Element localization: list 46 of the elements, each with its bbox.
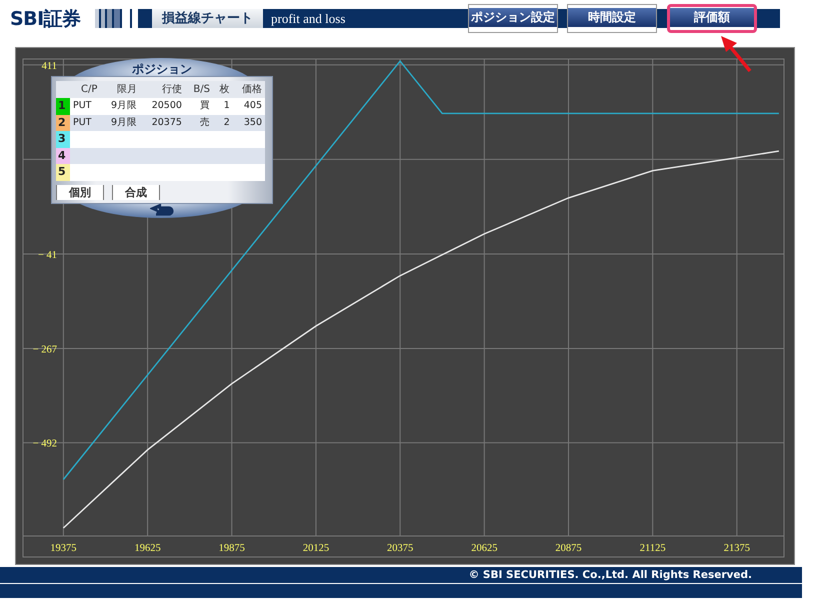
- subtitle: profit and loss: [270, 10, 346, 28]
- table-cell: 1: [212, 98, 233, 114]
- column-header: B/S: [184, 81, 213, 98]
- column-header: 枚: [212, 81, 233, 98]
- panel-button[interactable]: 合成: [112, 184, 160, 200]
- column-header: C/P: [70, 81, 100, 98]
- header-button[interactable]: 時間設定: [567, 4, 657, 33]
- table-cell: 20375: [140, 114, 185, 131]
- row-number: 1: [56, 98, 70, 114]
- row-number: 4: [56, 148, 70, 164]
- x-tick-label: 19875: [218, 543, 245, 554]
- logo: SBI証券: [9, 7, 82, 32]
- y-tick-label: 411: [42, 60, 57, 72]
- table-cell: 20500: [140, 98, 185, 114]
- return-icon[interactable]: [150, 204, 174, 216]
- panel-button[interactable]: 個別: [56, 184, 104, 200]
- table-cell: 買: [184, 98, 213, 114]
- header-button[interactable]: ポジション設定: [468, 4, 558, 33]
- table-cell: PUT: [70, 114, 100, 131]
- header-button[interactable]: 評価額: [667, 4, 757, 33]
- table-cell: 売: [184, 114, 213, 131]
- y-tick-label: − 41: [38, 250, 57, 261]
- x-tick-label: 20875: [555, 543, 582, 554]
- table-cell: 9月限: [100, 98, 140, 114]
- y-tick-label: − 492: [32, 438, 57, 450]
- chart-tab[interactable]: 損益線チャート: [152, 9, 263, 28]
- x-tick-label: 19375: [50, 543, 77, 554]
- column-header: 限月: [100, 81, 140, 98]
- table-cell: 405: [232, 98, 265, 114]
- row-number: 3: [56, 131, 70, 148]
- x-tick-label: 19625: [134, 543, 161, 554]
- table-cell: PUT: [70, 98, 100, 114]
- x-tick-label: 20375: [387, 543, 414, 554]
- column-header: 価格: [232, 81, 265, 98]
- x-tick-label: 20625: [471, 543, 498, 554]
- copyright-text: © SBI SECURITIES. Co.,Ltd. All Rights Reserved.: [0, 567, 802, 583]
- table-cell: 9月限: [100, 114, 140, 131]
- x-tick-label: 21375: [724, 543, 750, 554]
- arrow-icon: [718, 34, 754, 74]
- table-cell: 350: [232, 114, 265, 131]
- row-number: 2: [56, 114, 70, 131]
- x-tick-label: 21125: [640, 543, 666, 554]
- row-number: 5: [56, 164, 70, 180]
- y-tick-label: − 267: [32, 344, 57, 356]
- x-tick-label: 20125: [302, 543, 330, 554]
- column-header: 行使: [140, 81, 185, 98]
